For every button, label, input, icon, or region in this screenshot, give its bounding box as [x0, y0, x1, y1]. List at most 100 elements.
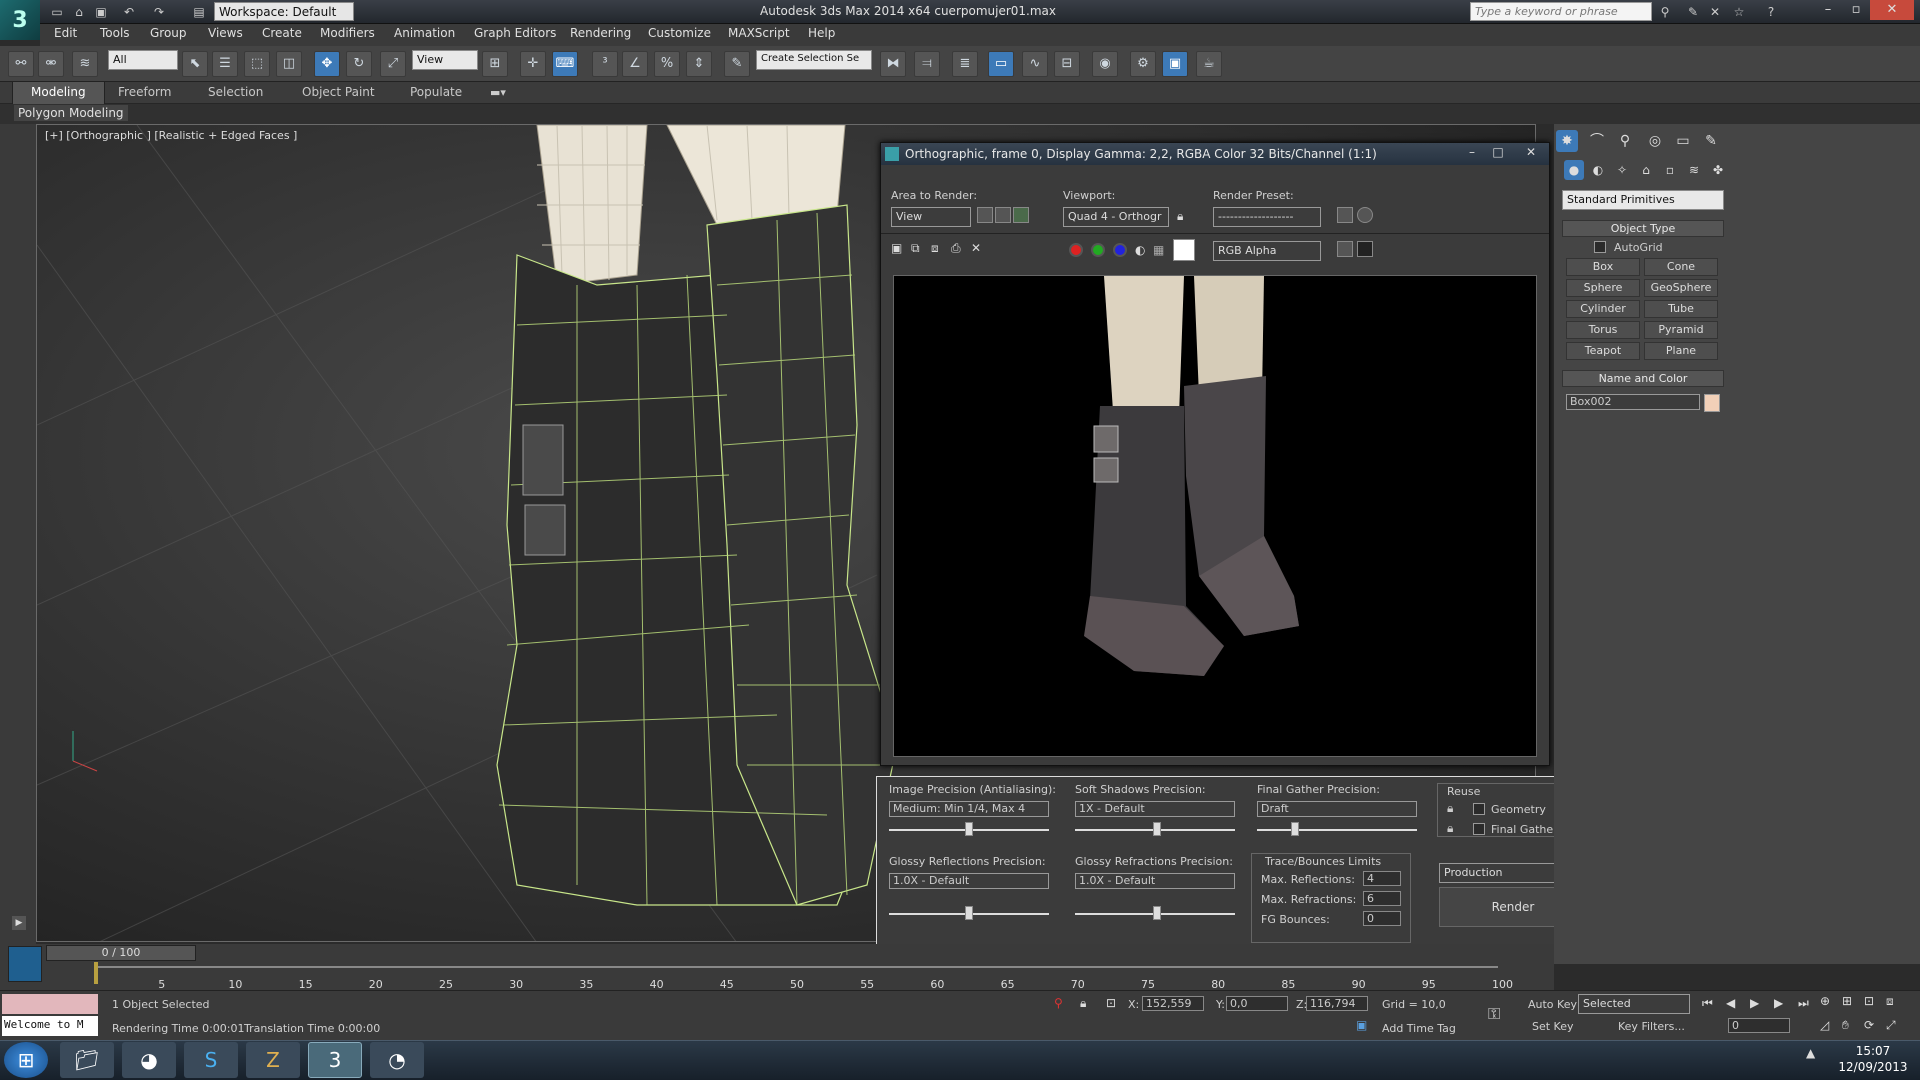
viewport-dropdown[interactable]: Quad 4 - Orthogr	[1063, 207, 1169, 227]
toggle-ribbon-icon[interactable]: ▭	[988, 51, 1014, 77]
autogrid-checkbox[interactable]	[1594, 241, 1606, 253]
skype-icon[interactable]: S	[184, 1042, 238, 1078]
clear-image-icon[interactable]: ✕	[971, 241, 981, 255]
monochrome-icon[interactable]: ▦	[1153, 243, 1164, 257]
unlink-icon[interactable]: ⚮	[38, 51, 64, 77]
select-rotate-icon[interactable]: ↻	[346, 51, 372, 77]
maxscript-listener-pink[interactable]	[2, 994, 98, 1014]
spinner-snap-icon[interactable]: ⇕	[686, 51, 712, 77]
select-scale-icon[interactable]: ⤢	[380, 51, 406, 77]
edit-region-icon[interactable]	[977, 207, 993, 223]
geosphere-button[interactable]: GeoSphere	[1644, 279, 1718, 297]
clone-window-icon[interactable]: ⧈	[931, 241, 939, 256]
menu-maxscript[interactable]: MAXScript	[728, 26, 790, 40]
geometry-checkbox[interactable]	[1473, 803, 1485, 815]
shapes-category-icon[interactable]: ◐	[1588, 160, 1608, 180]
key-icon[interactable]: ⚿	[1488, 1004, 1500, 1024]
go-to-start-icon[interactable]: ⏮	[1702, 996, 1713, 1011]
max-reflections-spinner[interactable]: 4	[1363, 871, 1401, 886]
close-button[interactable]: ✕	[1870, 0, 1914, 20]
menu-edit[interactable]: Edit	[54, 26, 77, 40]
material-editor-icon[interactable]: ◉	[1092, 51, 1118, 77]
undo-icon[interactable]: ↶	[120, 3, 138, 21]
utilities-tab-icon[interactable]: ✎	[1700, 130, 1722, 152]
timeline-track[interactable]	[94, 966, 1498, 968]
selection-filter-dropdown[interactable]: All	[108, 50, 178, 70]
plane-button[interactable]: Plane	[1644, 342, 1718, 360]
final-gather-lock-icon[interactable]: 🔒︎	[1447, 821, 1453, 836]
display-channel-icon[interactable]	[1337, 241, 1353, 257]
glossy-refractions-slider[interactable]	[1153, 906, 1161, 920]
maximize-viewport-icon[interactable]: ⤢	[1886, 1018, 1896, 1033]
zoom-extents-all-icon[interactable]: ⧈	[1886, 994, 1894, 1009]
named-selection-dropdown[interactable]: Create Selection Se	[756, 50, 872, 70]
lights-category-icon[interactable]: ✧	[1612, 160, 1632, 180]
align-icon[interactable]: ⫤	[914, 51, 940, 77]
percent-snap-icon[interactable]: %	[654, 51, 680, 77]
final-gather-slider-track[interactable]	[1257, 829, 1417, 831]
channel-dropdown[interactable]: RGB Alpha	[1213, 241, 1321, 261]
select-manipulate-icon[interactable]: ✛	[520, 51, 546, 77]
cameras-category-icon[interactable]: ⌂	[1636, 160, 1656, 180]
render-setup-icon[interactable]: ⚙	[1130, 51, 1156, 77]
swatch-color[interactable]	[1173, 239, 1195, 261]
render-preset-dropdown[interactable]: -------------------	[1213, 207, 1321, 227]
teapot-button[interactable]: Teapot	[1566, 342, 1640, 360]
zbrush-icon[interactable]: Z	[246, 1042, 300, 1078]
object-name-field[interactable]: Box002	[1566, 394, 1700, 410]
save-image-icon[interactable]: ▣	[891, 241, 902, 255]
lock-viewport-icon[interactable]: 🔒︎	[1177, 209, 1183, 224]
cone-button[interactable]: Cone	[1644, 258, 1718, 276]
menu-modifiers[interactable]: Modifiers	[320, 26, 375, 40]
add-time-tag[interactable]: Add Time Tag	[1382, 1022, 1456, 1035]
fg-bounces-spinner[interactable]: 0	[1363, 911, 1401, 926]
area-to-render-dropdown[interactable]: View	[891, 207, 971, 227]
chrome-icon[interactable]: ◕	[122, 1042, 176, 1078]
app-logo-icon[interactable]: 3	[0, 0, 40, 40]
layer-explorer-icon[interactable]: ≣	[952, 51, 978, 77]
menu-group[interactable]: Group	[150, 26, 187, 40]
time-cursor[interactable]	[94, 962, 98, 984]
region-reset-icon[interactable]	[1013, 207, 1029, 223]
final-gather-slider[interactable]	[1291, 822, 1299, 836]
isolate-selection-icon[interactable]: ⚲	[1054, 996, 1063, 1010]
soft-shadows-slider[interactable]	[1153, 822, 1161, 836]
menu-views[interactable]: Views	[208, 26, 243, 40]
key-filters-button[interactable]: Key Filters...	[1618, 1020, 1685, 1033]
object-type-rollout[interactable]: Object Type	[1562, 220, 1724, 237]
menu-tools[interactable]: Tools	[100, 26, 130, 40]
time-slider[interactable]: 0 / 100	[46, 945, 196, 961]
menu-rendering[interactable]: Rendering	[570, 26, 631, 40]
frame-close-button[interactable]: ✕	[1517, 145, 1545, 159]
menu-help[interactable]: Help	[808, 26, 835, 40]
category-dropdown[interactable]: Standard Primitives	[1562, 190, 1724, 210]
frame-minimize-button[interactable]: –	[1461, 145, 1483, 159]
maxscript-listener[interactable]: Welcome to M	[2, 1016, 98, 1036]
tab-modeling[interactable]: Modeling	[12, 82, 105, 104]
pan-view-icon[interactable]: ✋︎	[1842, 1018, 1849, 1033]
rect-selection-icon[interactable]: ⬚	[244, 51, 270, 77]
red-channel-icon[interactable]	[1069, 243, 1083, 257]
save-icon[interactable]: ▣	[92, 3, 110, 21]
curve-editor-icon[interactable]: ∿	[1022, 51, 1048, 77]
object-color-swatch[interactable]	[1704, 394, 1720, 412]
zoom-all-icon[interactable]: ⊞	[1842, 994, 1852, 1008]
transform-mode-icon[interactable]: ⊡	[1106, 996, 1116, 1010]
next-frame-icon[interactable]: ▶	[1774, 996, 1783, 1010]
rendered-image[interactable]	[893, 275, 1537, 757]
reference-coord-dropdown[interactable]: View	[412, 50, 478, 70]
auto-region-icon[interactable]	[995, 207, 1011, 223]
orbit-icon[interactable]: ⟳	[1864, 1018, 1874, 1032]
workspace-dropdown[interactable]: Workspace: Default	[214, 2, 354, 21]
set-key-button[interactable]: Set Key	[1532, 1020, 1574, 1033]
torus-button[interactable]: Torus	[1566, 321, 1640, 339]
play-icon[interactable]: ▶	[12, 916, 26, 930]
menu-create[interactable]: Create	[262, 26, 302, 40]
frame-maximize-button[interactable]: □	[1487, 145, 1509, 159]
window-crossing-icon[interactable]: ◫	[276, 51, 302, 77]
start-button[interactable]: ⊞	[4, 1042, 48, 1078]
toggle-ui-overlay-icon[interactable]	[1357, 241, 1373, 257]
render-production-icon[interactable]: ☕	[1196, 51, 1222, 77]
polygon-modeling-label[interactable]: Polygon Modeling	[14, 105, 128, 121]
select-move-icon[interactable]: ✥	[314, 51, 340, 77]
